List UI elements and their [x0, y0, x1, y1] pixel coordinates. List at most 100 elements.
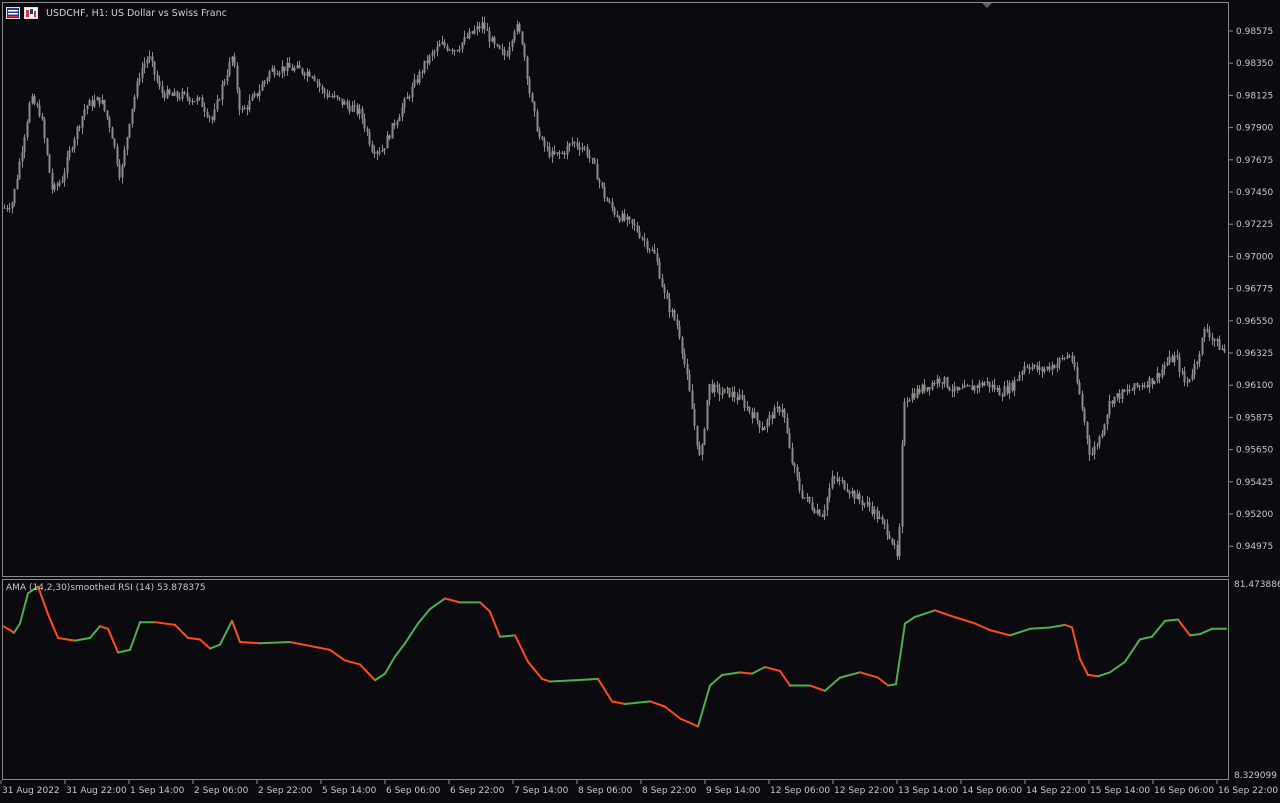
candle-body [896, 544, 899, 557]
candle-body [1081, 393, 1084, 409]
rsi-segment [359, 663, 376, 682]
candle-body [706, 399, 709, 429]
candle-body [41, 116, 44, 120]
candle-body [958, 388, 961, 390]
candle-body [368, 131, 371, 145]
candle-body [483, 22, 486, 30]
rsi-segment [914, 609, 936, 618]
candle-body [536, 111, 539, 132]
candle-body [3, 207, 6, 209]
rsi-segment [541, 677, 551, 683]
candle-body [206, 111, 209, 117]
candle-body [348, 105, 351, 112]
candle-body [668, 298, 671, 313]
candle-body [268, 71, 271, 79]
candle-body [1008, 382, 1011, 394]
candle-body [1118, 393, 1121, 400]
candle-body [831, 476, 834, 489]
candle-body [16, 178, 19, 189]
candle-body [678, 325, 681, 338]
candle-body [776, 407, 779, 409]
candle-body [978, 382, 981, 388]
rsi-segment [809, 684, 826, 692]
candle-body [1121, 389, 1124, 400]
one-click-trading-icon[interactable] [24, 7, 38, 19]
rsi-segment [239, 640, 261, 645]
indicator-frame [2, 579, 1229, 780]
candle-body [461, 42, 464, 50]
time-tick-label: 7 Sep 14:00 [514, 786, 569, 796]
candle-body [73, 139, 76, 149]
candle-body [353, 105, 356, 107]
candle-body [616, 214, 619, 217]
candle-body [113, 138, 116, 147]
candle-body [696, 425, 699, 446]
candle-body [308, 71, 311, 77]
chart-window[interactable]: 0.98575 0.98350 0.98125 0.97900 0.97675 0.974… [0, 0, 1280, 800]
candle-body [58, 182, 61, 186]
candle-body [1148, 378, 1151, 388]
candle-body [428, 55, 431, 64]
candle-body [201, 97, 204, 107]
candle-body [663, 286, 666, 293]
candle-body [593, 158, 596, 164]
price-axis[interactable]: 0.98575 0.98350 0.98125 0.97900 0.97675 0.974… [1229, 27, 1273, 552]
candle-body [826, 497, 829, 510]
candle-body [28, 102, 31, 123]
candle-body [513, 31, 516, 41]
candle-body [48, 154, 51, 173]
candle-body [633, 223, 636, 226]
candle-body [576, 142, 579, 147]
chart-canvas[interactable]: 0.98575 0.98350 0.98125 0.97900 0.97675 0.974… [0, 0, 1280, 800]
candle-body [478, 26, 481, 29]
rsi-segment [417, 607, 431, 625]
candle-body [481, 22, 484, 29]
chart-window-icon[interactable] [6, 7, 20, 19]
candle-body [1223, 348, 1226, 352]
candle-body [946, 377, 949, 388]
rsi-segment [74, 637, 91, 642]
candle-body [746, 406, 749, 408]
candle-body [321, 86, 324, 90]
time-tick-label: 8 Sep 22:00 [642, 786, 697, 796]
candle-body [416, 79, 419, 83]
candle-body [108, 117, 111, 128]
candle-body [288, 62, 291, 68]
candle-body [1136, 383, 1139, 387]
candle-body [861, 500, 864, 505]
time-axis[interactable]: 31 Aug 2022 31 Aug 22:00 1 Sep 14:00 2 Sep … [0, 780, 1278, 796]
candle-body [1028, 367, 1031, 370]
candle-body [1036, 364, 1039, 370]
rsi-segment [624, 700, 651, 705]
candle-body [568, 143, 571, 147]
candle-body [1163, 365, 1166, 369]
candle-body [601, 182, 604, 187]
candle-body [1058, 358, 1061, 364]
candle-body [666, 292, 669, 299]
rsi-segment [1177, 618, 1191, 637]
candle-body [938, 378, 941, 383]
candle-body [436, 46, 439, 52]
rsi-segment [374, 672, 386, 682]
candle-body [198, 97, 201, 99]
candle-body [921, 384, 924, 393]
chart-shift-marker[interactable] [982, 3, 992, 8]
candle-body [228, 61, 231, 76]
candle-body [538, 131, 541, 137]
candle-body [471, 31, 474, 34]
candle-body [133, 96, 136, 109]
candle-body [803, 497, 806, 499]
candle-body [751, 411, 754, 419]
candle-body [596, 163, 599, 180]
rsi-segment [384, 655, 396, 675]
candle-body [258, 90, 261, 97]
candle-body [303, 73, 306, 76]
candle-body [773, 407, 776, 419]
candle-body [1018, 374, 1021, 380]
candle-body [1126, 389, 1129, 392]
rsi-segment [89, 625, 101, 640]
rsi-segment [679, 717, 699, 728]
rsi-segment [527, 660, 543, 680]
candle-body [316, 80, 319, 83]
candle-body [138, 78, 141, 82]
